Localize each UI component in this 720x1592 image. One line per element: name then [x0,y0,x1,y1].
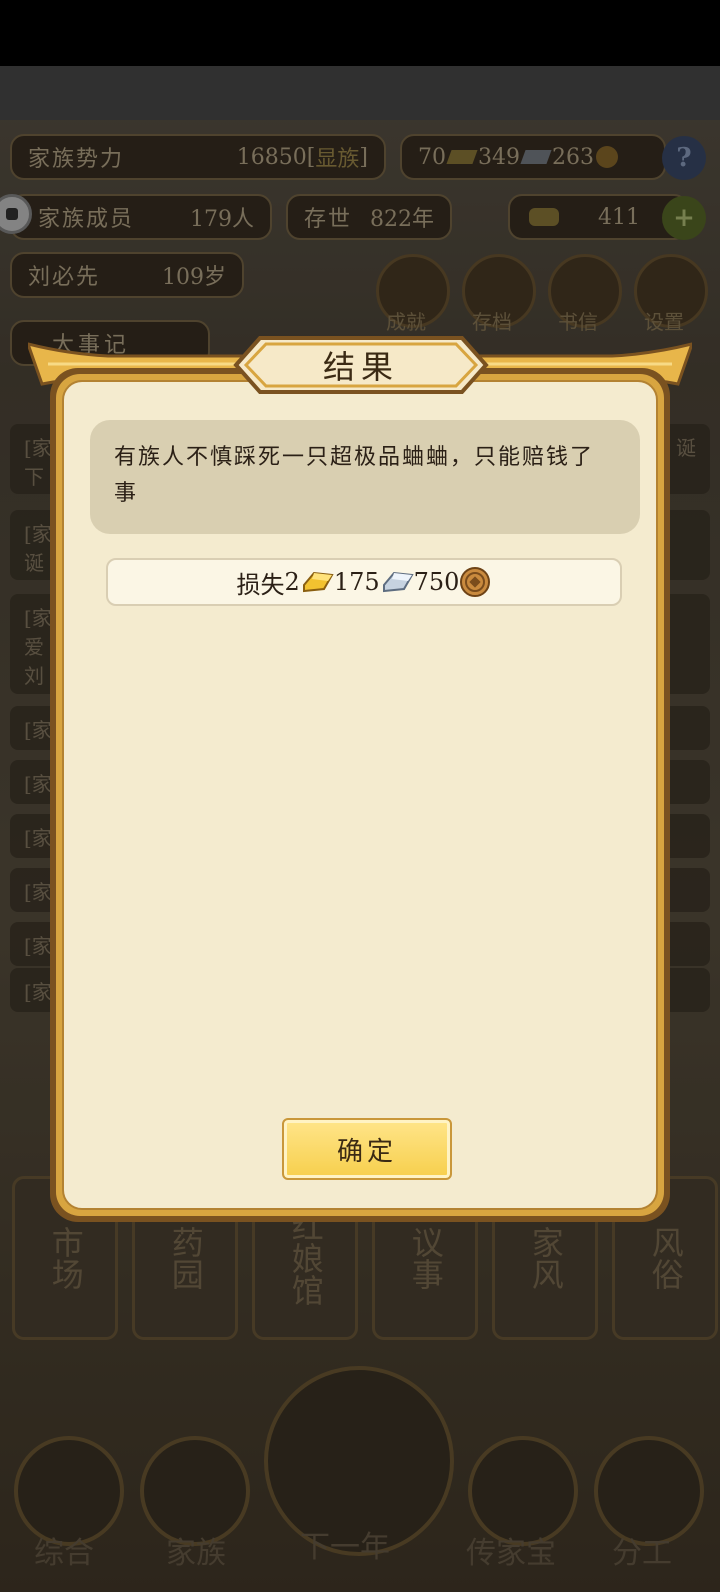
loss-summary: 损失 2 175 750 [106,558,622,606]
copper-coin-icon [460,567,491,597]
confirm-button[interactable]: 确定 [282,1118,452,1180]
result-dialog: 有族人不慎踩死一只超极品蛐蛐，只能赔钱了事 损失 2 175 750 确定 [50,368,670,1222]
loss-silver-amount: 175 [333,568,380,596]
event-message: 有族人不慎踩死一只超极品蛐蛐，只能赔钱了事 [90,420,640,534]
loss-gold-amount: 2 [284,568,300,596]
loss-label: 损失 [236,570,285,599]
status-bar [0,0,720,66]
dialog-body: 有族人不慎踩死一只超极品蛐蛐，只能赔钱了事 损失 2 175 750 确定 [62,380,658,1210]
dialog-title: 结果 [322,348,399,386]
silver-ingot-icon [382,571,414,593]
gold-ingot-icon [302,571,334,593]
loss-copper-amount: 750 [413,568,460,596]
